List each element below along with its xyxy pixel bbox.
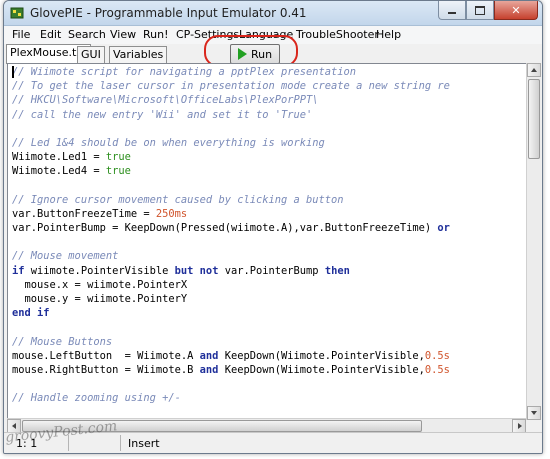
code-token: var.ButtonFreezeTime =: [12, 207, 156, 220]
code-line[interactable]: // Ignore cursor movement caused by clic…: [8, 193, 450, 207]
code-line[interactable]: mouse.RightButton = Wiimote.B and KeepDo…: [8, 363, 450, 377]
code-line[interactable]: // Led 1&4 should be on when everything …: [8, 136, 450, 150]
code-token: 0.5s: [424, 349, 450, 362]
code-line[interactable]: Wiimote.Led4 = true: [8, 164, 450, 178]
code-token: // Handle zooming using +/-: [12, 392, 181, 405]
window-controls: ✕: [438, 1, 538, 20]
code-token: KeepDown(Wiimote.PointerVisible,: [218, 349, 425, 362]
code-token: 250ms: [155, 207, 188, 220]
code-token: // Mouse movement: [12, 250, 119, 263]
menu-file[interactable]: File: [12, 28, 30, 41]
menu-edit[interactable]: Edit: [40, 28, 61, 41]
code-line[interactable]: [8, 377, 450, 391]
title-bar[interactable]: GlovePIE - Programmable Input Emulator 0…: [4, 1, 542, 26]
code-token: // Mouse Buttons: [12, 335, 113, 348]
maximize-button[interactable]: [466, 1, 494, 20]
code-token: mouse.RightButton = Wiimote.B: [12, 363, 200, 376]
code-token: but not: [174, 264, 219, 277]
close-icon: ✕: [511, 3, 521, 17]
code-token: if: [12, 264, 25, 277]
code-token: // To get the laser cursor in presentati…: [12, 80, 450, 93]
code-token: // Wiimote script for navigating a pptPl…: [12, 66, 357, 78]
text-cursor: [12, 66, 14, 78]
code-line[interactable]: // To get the laser cursor in presentati…: [8, 79, 450, 93]
maximize-icon: [475, 5, 485, 15]
code-token: and: [199, 349, 219, 362]
code-token: wiimote.PointerVisible: [24, 264, 175, 277]
minimize-button[interactable]: [438, 1, 466, 20]
code-token: end if: [12, 307, 50, 320]
status-divider: [120, 435, 121, 451]
code-line[interactable]: mouse.LeftButton = Wiimote.A and KeepDow…: [8, 349, 450, 363]
window-title: GlovePIE - Programmable Input Emulator 0…: [30, 6, 307, 20]
menu-help[interactable]: Help: [376, 28, 401, 41]
code-token: or: [437, 222, 450, 235]
code-line[interactable]: mouse.x = wiimote.PointerX: [8, 278, 450, 292]
code-line[interactable]: // Handle zooming using +/-: [8, 391, 450, 405]
vertical-scroll-thumb[interactable]: [528, 79, 540, 159]
code-line[interactable]: // Mouse movement: [8, 249, 450, 263]
tab-gui[interactable]: GUI: [77, 46, 105, 63]
menu-troubleshooter[interactable]: TroubleShooter: [296, 28, 379, 41]
edit-mode: Insert: [128, 437, 160, 450]
code-line[interactable]: mouse.y = wiimote.PointerY: [8, 292, 450, 306]
code-line[interactable]: var.PointerBump = KeepDown(Pressed(wiimo…: [8, 221, 450, 235]
glovepie-app-icon: [10, 7, 24, 19]
code-token: mouse.x = wiimote.PointerX: [12, 278, 188, 291]
code-line[interactable]: Wiimote.Led1 = true: [8, 150, 450, 164]
code-token: var.PointerBump: [218, 264, 325, 277]
code-line[interactable]: // HKCU\Software\Microsoft\OfficeLabs\Pl…: [8, 93, 450, 107]
code-token: true: [105, 165, 131, 178]
vertical-scrollbar[interactable]: [526, 63, 541, 420]
code-line[interactable]: [8, 235, 450, 249]
code-line[interactable]: // Wiimote script for navigating a pptPl…: [8, 65, 450, 79]
script-editor[interactable]: // Wiimote script for navigating a pptPl…: [7, 63, 529, 420]
chevron-right-icon: [518, 423, 522, 429]
code-token: Wiimote.Led4 =: [12, 165, 106, 178]
code-token: // Led 1&4 should be on when everything …: [12, 136, 325, 149]
code-line[interactable]: end if: [8, 306, 450, 320]
close-button[interactable]: ✕: [494, 1, 538, 20]
code-line[interactable]: // call the new entry 'Wii' and set it t…: [8, 108, 450, 122]
code-area[interactable]: // Wiimote script for navigating a pptPl…: [8, 65, 450, 406]
code-line[interactable]: // Mouse Buttons: [8, 335, 450, 349]
menu-view[interactable]: View: [110, 28, 136, 41]
chevron-up-icon: [531, 68, 537, 72]
code-token: Wiimote.Led1 =: [12, 151, 106, 164]
code-token: 0.5s: [424, 363, 450, 376]
code-line[interactable]: var.ButtonFreezeTime = 250ms: [8, 207, 450, 221]
glovepie-window: GlovePIE - Programmable Input Emulator 0…: [3, 0, 543, 454]
scroll-right-button[interactable]: [512, 419, 526, 433]
code-line[interactable]: [8, 320, 450, 334]
code-token: // call the new entry 'Wii' and set it t…: [12, 108, 313, 121]
code-line[interactable]: [8, 179, 450, 193]
tab-variables[interactable]: Variables: [109, 46, 168, 63]
code-token: true: [105, 151, 131, 164]
menu-run[interactable]: Run!: [143, 28, 169, 41]
scroll-up-button[interactable]: [527, 63, 541, 77]
code-token: KeepDown(Wiimote.PointerVisible,: [218, 363, 425, 376]
menu-search[interactable]: Search: [68, 28, 106, 41]
code-line[interactable]: if wiimote.PointerVisible but not var.Po…: [8, 264, 450, 278]
minimize-icon: [448, 12, 456, 14]
code-token: var.PointerBump = KeepDown(Pressed(wiimo…: [12, 222, 438, 235]
code-token: mouse.y = wiimote.PointerY: [12, 293, 188, 305]
code-token: and: [199, 363, 219, 376]
scroll-down-button[interactable]: [527, 406, 541, 420]
chevron-down-icon: [531, 411, 537, 415]
code-token: // HKCU\Software\Microsoft\OfficeLabs\Pl…: [12, 94, 319, 107]
code-token: mouse.LeftButton = Wiimote.A: [12, 349, 200, 362]
code-token: then: [324, 264, 350, 277]
code-token: // Ignore cursor movement caused by clic…: [12, 193, 344, 206]
code-line[interactable]: [8, 122, 450, 136]
